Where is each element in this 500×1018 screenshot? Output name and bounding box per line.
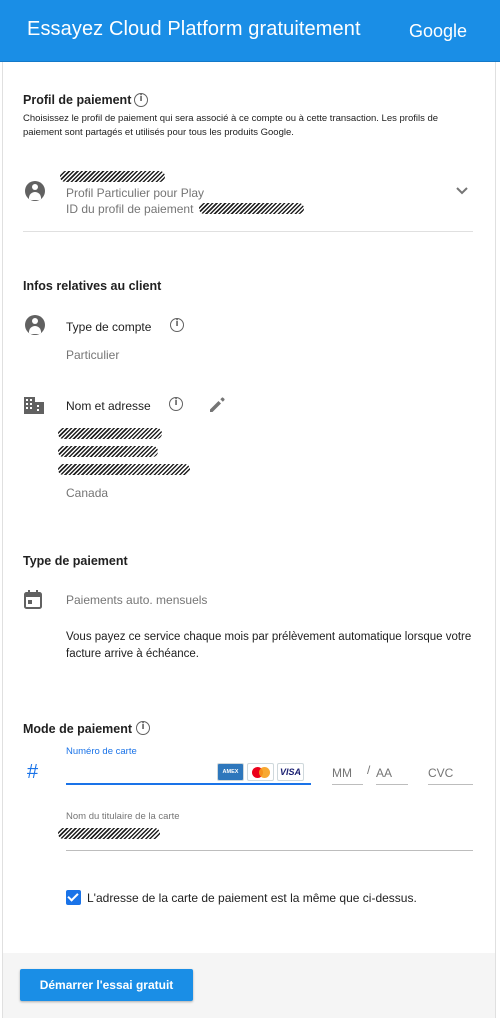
payment-type-title: Type de paiement bbox=[23, 554, 128, 568]
same-address-label[interactable]: L'adresse de la carte de paiement est la… bbox=[87, 891, 417, 905]
info-icon[interactable]: i bbox=[134, 93, 148, 107]
account-type-value: Particulier bbox=[66, 348, 120, 362]
cardholder-label: Nom du titulaire de la carte bbox=[66, 811, 180, 822]
redacted-profile-name bbox=[60, 171, 165, 182]
redacted-city bbox=[58, 464, 190, 475]
card-number-label: Numéro de carte bbox=[66, 746, 137, 757]
redacted-name bbox=[58, 428, 162, 439]
google-logo: Google bbox=[408, 21, 467, 41]
info-icon[interactable]: i bbox=[136, 721, 150, 735]
card-brand-logos: AMEX VISA bbox=[217, 763, 304, 781]
info-icon[interactable]: i bbox=[170, 318, 184, 332]
chevron-down-icon[interactable] bbox=[455, 186, 469, 196]
person-icon bbox=[25, 181, 45, 201]
info-icon[interactable]: i bbox=[169, 397, 183, 411]
expiry-year-input[interactable] bbox=[376, 761, 408, 785]
building-icon bbox=[24, 397, 44, 414]
hash-icon: # bbox=[27, 761, 39, 783]
payment-method-title: Mode de paiement bbox=[23, 722, 133, 736]
page-title: Essayez Cloud Platform gratuitement bbox=[27, 18, 361, 40]
country-value: Canada bbox=[66, 486, 109, 500]
amex-logo: AMEX bbox=[217, 763, 244, 781]
mastercard-logo bbox=[247, 763, 274, 781]
same-address-checkbox[interactable] bbox=[66, 890, 81, 905]
profile-id-label: ID du profil de paiement bbox=[66, 202, 194, 216]
redacted-profile-id bbox=[199, 203, 304, 214]
redacted-address bbox=[58, 446, 158, 457]
payment-profile-description: Choisissez le profil de paiement qui ser… bbox=[23, 113, 439, 138]
calendar-icon bbox=[24, 590, 42, 609]
divider bbox=[23, 231, 473, 232]
account-type-label: Type de compte bbox=[66, 320, 152, 334]
name-address-label: Nom et adresse bbox=[66, 399, 151, 413]
redacted-cardholder-name bbox=[58, 828, 160, 839]
payment-type-description: Vous payez ce service chaque mois par pr… bbox=[66, 631, 472, 660]
header-bar: Essayez Cloud Platform gratuitement Goog… bbox=[0, 0, 500, 62]
profile-type: Profil Particulier pour Play bbox=[66, 186, 205, 200]
customer-info-title: Infos relatives au client bbox=[23, 279, 162, 293]
start-free-trial-button[interactable]: Démarrer l'essai gratuit bbox=[20, 969, 193, 1001]
cardholder-input[interactable] bbox=[58, 824, 473, 851]
payment-type-value: Paiements auto. mensuels bbox=[66, 593, 208, 607]
account-icon bbox=[25, 315, 45, 335]
edit-pencil-icon[interactable] bbox=[208, 396, 226, 414]
cvc-input[interactable] bbox=[428, 761, 473, 785]
visa-logo: VISA bbox=[277, 763, 304, 781]
expiry-slash: / bbox=[367, 763, 371, 777]
expiry-month-input[interactable] bbox=[332, 761, 363, 785]
payment-profile-title: Profil de paiement bbox=[23, 93, 132, 107]
